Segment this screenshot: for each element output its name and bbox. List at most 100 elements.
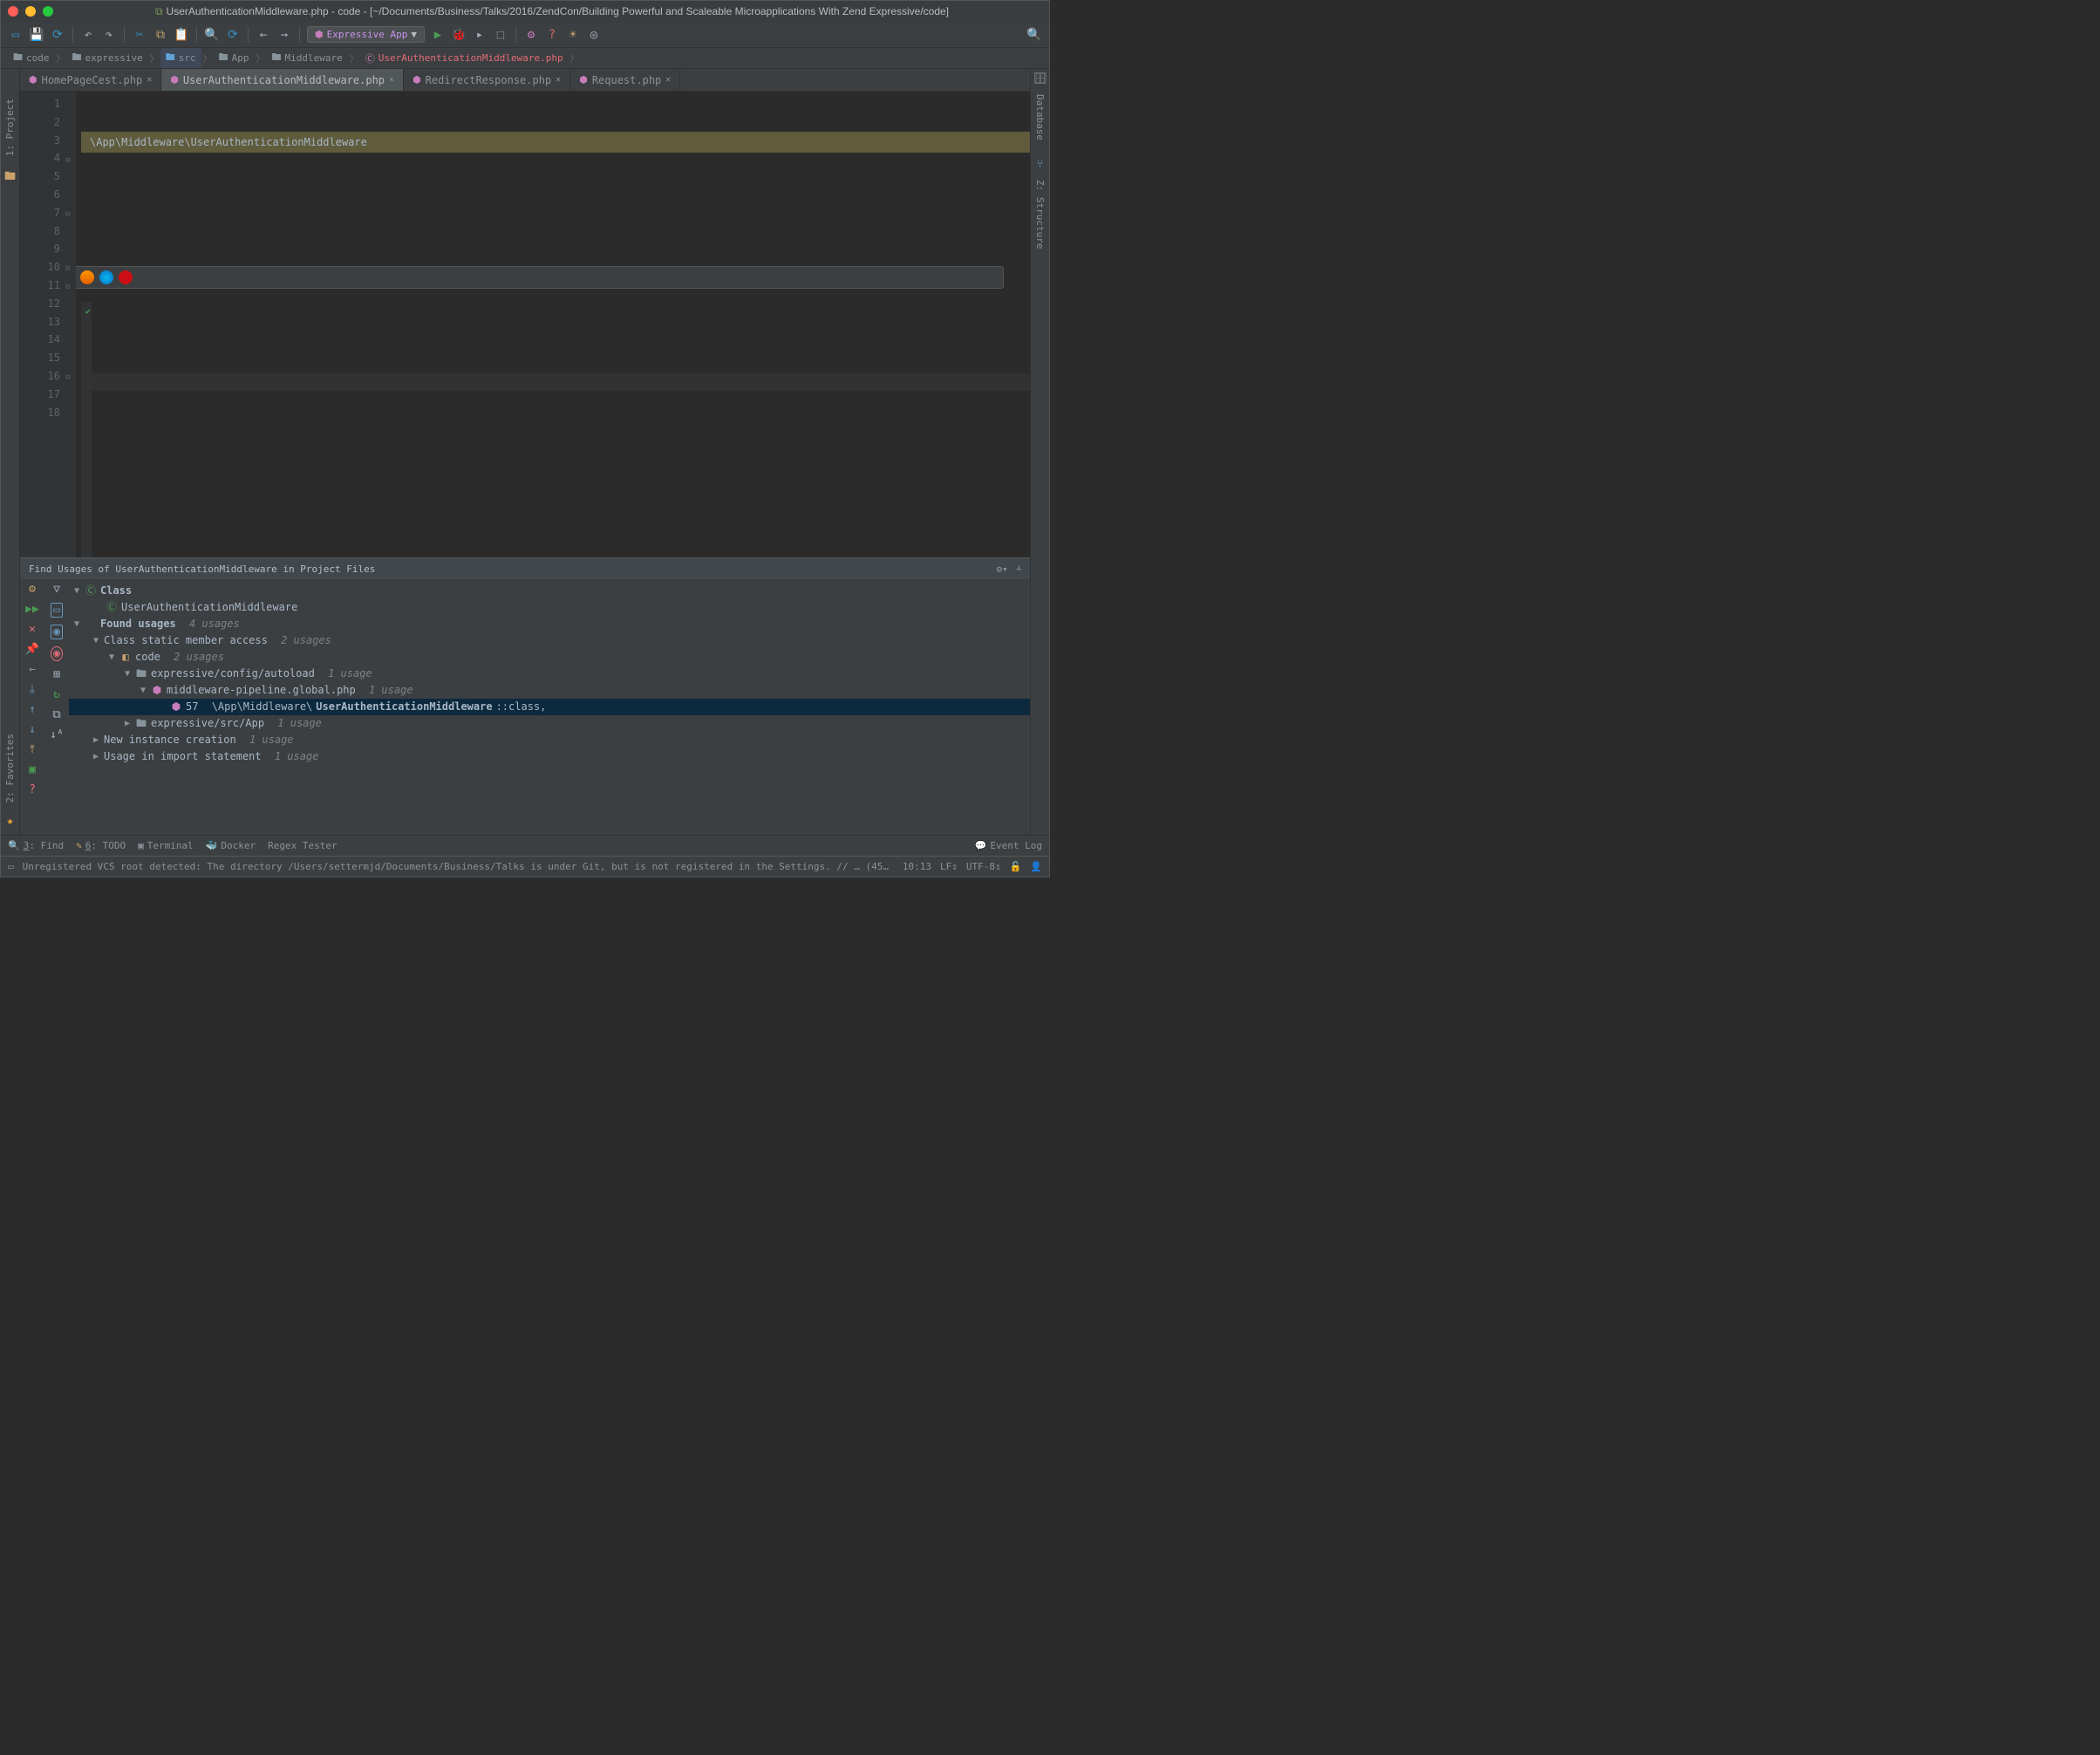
profile-icon[interactable]: ⬚ bbox=[493, 27, 508, 43]
pin-icon[interactable]: ᚆ bbox=[1017, 563, 1021, 575]
sort-icon[interactable]: ↓ᴬ bbox=[50, 728, 64, 741]
browser-preview[interactable] bbox=[76, 266, 1004, 289]
group-module-icon[interactable]: ▭ bbox=[51, 603, 63, 618]
debug-icon[interactable]: 🐞 bbox=[451, 27, 467, 43]
gear-icon[interactable]: ⚙▾ bbox=[996, 563, 1007, 575]
inspection-icon[interactable]: 👤 bbox=[1030, 861, 1042, 872]
coverage-icon[interactable]: ▸ bbox=[472, 27, 488, 43]
crumb-app[interactable]: 🖿App bbox=[214, 48, 255, 68]
listen-debug-icon[interactable]: ☀ bbox=[565, 27, 581, 43]
replace-icon[interactable]: ⟳ bbox=[225, 27, 241, 43]
crumb-middleware[interactable]: 🖿Middleware bbox=[266, 48, 347, 68]
favorites-tool-tab[interactable]: 2: Favorites bbox=[3, 730, 17, 806]
undo-icon[interactable]: ↶ bbox=[80, 27, 96, 43]
scroll-source-icon[interactable]: ⧉ bbox=[52, 708, 60, 721]
find-header: Find Usages of UserAuthenticationMiddlew… bbox=[29, 563, 375, 575]
close-tab-icon[interactable]: ✕ bbox=[556, 75, 561, 85]
help-icon[interactable]: ? bbox=[29, 783, 36, 796]
close-tab-icon[interactable]: ✕ bbox=[665, 75, 671, 85]
run-anything-icon[interactable]: ◎ bbox=[586, 27, 602, 43]
bottom-toolbar: 🔍3: Find ✎6: TODO ▣Terminal 🐳Docker Rege… bbox=[1, 835, 1049, 856]
filter-icon[interactable]: ▽ bbox=[53, 583, 60, 596]
rerun-icon[interactable]: ▶▶ bbox=[25, 603, 39, 616]
find-usage-selected[interactable]: ⬢57 \App\Middleware\UserAuthenticationMi… bbox=[69, 699, 1030, 715]
prev-icon[interactable]: ← bbox=[29, 663, 36, 676]
cut-icon[interactable]: ✂ bbox=[132, 27, 147, 43]
find-icon[interactable]: 🔍 bbox=[204, 27, 220, 43]
safari-icon[interactable] bbox=[99, 270, 113, 284]
sync-icon[interactable]: ⟳ bbox=[50, 27, 65, 43]
tab-redirect[interactable]: ⬢RedirectResponse.php✕ bbox=[404, 69, 570, 91]
collapse-icon[interactable]: ↻ bbox=[53, 688, 60, 701]
hide-tools-icon[interactable]: ▭ bbox=[8, 861, 14, 872]
minimize-window-icon[interactable] bbox=[25, 6, 36, 17]
fold-gutter[interactable]: ⊟ ⊟ ⊟⊟ ⊟ bbox=[65, 92, 76, 557]
preview-icon[interactable]: ▣ bbox=[29, 763, 36, 776]
copy-icon[interactable]: ⧉ bbox=[153, 27, 168, 43]
close-tab-icon[interactable]: ✕ bbox=[147, 75, 152, 85]
paste-icon[interactable]: 📋 bbox=[174, 27, 189, 43]
export-icon[interactable]: ⤓ bbox=[30, 683, 35, 696]
open-icon[interactable]: ▭ bbox=[8, 27, 24, 43]
group-package-icon[interactable]: ◉ bbox=[51, 625, 63, 639]
line-separator[interactable]: LF⇕ bbox=[940, 861, 958, 872]
help-icon[interactable]: ? bbox=[544, 27, 560, 43]
crumb-expressive[interactable]: 🖿expressive bbox=[67, 48, 148, 68]
settings-icon[interactable]: ⚙ bbox=[29, 583, 36, 596]
error-stripe[interactable]: ✔ bbox=[81, 302, 92, 557]
save-icon[interactable]: 💾 bbox=[29, 27, 44, 43]
close-window-icon[interactable] bbox=[8, 6, 18, 17]
terminal-tool-tab[interactable]: ▣Terminal bbox=[138, 840, 194, 851]
project-tool-icon[interactable]: 🖿 bbox=[4, 168, 16, 188]
close-icon[interactable]: ✕ bbox=[29, 623, 36, 636]
namespace-banner: \App\Middleware\UserAuthenticationMiddle… bbox=[81, 132, 1030, 154]
maximize-window-icon[interactable] bbox=[43, 6, 53, 17]
find-toolbar-left: ⚙ ▶▶ ✕ 📌 ← ⤓ ↑ ↓ ⤒ ▣ ? bbox=[20, 579, 44, 835]
database-tool-icon[interactable]: 🗄 bbox=[1033, 72, 1047, 85]
tab-request[interactable]: ⬢Request.php✕ bbox=[570, 69, 680, 91]
down-icon[interactable]: ↓ bbox=[29, 723, 36, 736]
firefox-icon[interactable] bbox=[80, 270, 94, 284]
encoding[interactable]: UTF-8⇕ bbox=[966, 861, 1001, 872]
docker-tool-tab[interactable]: 🐳Docker bbox=[206, 840, 256, 851]
redo-icon[interactable]: ↷ bbox=[101, 27, 117, 43]
readonly-icon[interactable]: 🔓 bbox=[1010, 861, 1022, 872]
todo-tool-tab[interactable]: ✎6: TODO bbox=[76, 840, 126, 851]
forward-icon[interactable]: → bbox=[276, 27, 292, 43]
crumb-src[interactable]: 🖿src bbox=[160, 48, 201, 68]
opera-icon[interactable] bbox=[119, 270, 133, 284]
titlebar: ⧉UserAuthenticationMiddleware.php - code… bbox=[1, 1, 1049, 22]
up-icon[interactable]: ↑ bbox=[29, 703, 36, 716]
code-editor[interactable]: 123456789101112131415161718 ⊟ ⊟ ⊟⊟ ⊟ \Ap… bbox=[20, 92, 1030, 557]
back-icon[interactable]: ← bbox=[256, 27, 271, 43]
structure-tool-icon[interactable]: ⑂ bbox=[1037, 158, 1044, 171]
group-usage-icon[interactable]: ◉ bbox=[51, 646, 63, 661]
autoscroll-icon[interactable]: ⤒ bbox=[30, 743, 35, 756]
cursor-position[interactable]: 10:13 bbox=[903, 861, 931, 872]
project-tool-tab[interactable]: 1: Project bbox=[3, 95, 17, 160]
status-message: Unregistered VCS root detected: The dire… bbox=[23, 861, 894, 872]
event-log-tab[interactable]: 💬Event Log bbox=[975, 840, 1042, 851]
close-tab-icon[interactable]: ✕ bbox=[389, 75, 394, 85]
pin-icon[interactable]: 📌 bbox=[25, 643, 39, 656]
structure-tool-tab[interactable]: Z: Structure bbox=[1033, 176, 1047, 252]
run-icon[interactable]: ▶ bbox=[430, 27, 446, 43]
crumb-code[interactable]: 🖿code bbox=[8, 48, 55, 68]
editor-tabs: ⬢HomePageCest.php✕ ⬢UserAuthenticationMi… bbox=[20, 69, 1030, 92]
regex-tool-tab[interactable]: Regex Tester bbox=[268, 840, 337, 851]
favorites-tool-icon[interactable]: ★ bbox=[7, 815, 14, 828]
find-tree[interactable]: ▼ⒸClass ⒸUserAuthenticationMiddleware ▼F… bbox=[69, 579, 1030, 835]
settings-icon[interactable]: ⚙ bbox=[523, 27, 539, 43]
find-tool-tab[interactable]: 🔍3: Find bbox=[8, 840, 64, 851]
main-toolbar: ▭ 💾 ⟳ ↶ ↷ ✂ ⧉ 📋 🔍 ⟳ ← → ⬢Expressive App▼… bbox=[1, 22, 1049, 48]
crumb-file[interactable]: ⒸUserAuthenticationMiddleware.php bbox=[360, 50, 569, 67]
tab-homepagecest[interactable]: ⬢HomePageCest.php✕ bbox=[20, 69, 161, 91]
find-toolbar-group: ▽ ▭ ◉ ◉ ⊞ ↻ ⧉ ↓ᴬ bbox=[44, 579, 69, 835]
run-configuration-dropdown[interactable]: ⬢Expressive App▼ bbox=[307, 26, 425, 43]
expand-icon[interactable]: ⊞ bbox=[53, 668, 60, 681]
window-title: UserAuthenticationMiddleware.php - code … bbox=[167, 5, 949, 17]
database-tool-tab[interactable]: Database bbox=[1033, 91, 1047, 144]
search-everywhere-icon[interactable]: 🔍 bbox=[1026, 27, 1042, 43]
tab-userauth[interactable]: ⬢UserAuthenticationMiddleware.php✕ bbox=[161, 69, 404, 91]
breadcrumb: 🖿code〉 🖿expressive〉 🖿src〉 🖿App〉 🖿Middlew… bbox=[1, 48, 1049, 69]
